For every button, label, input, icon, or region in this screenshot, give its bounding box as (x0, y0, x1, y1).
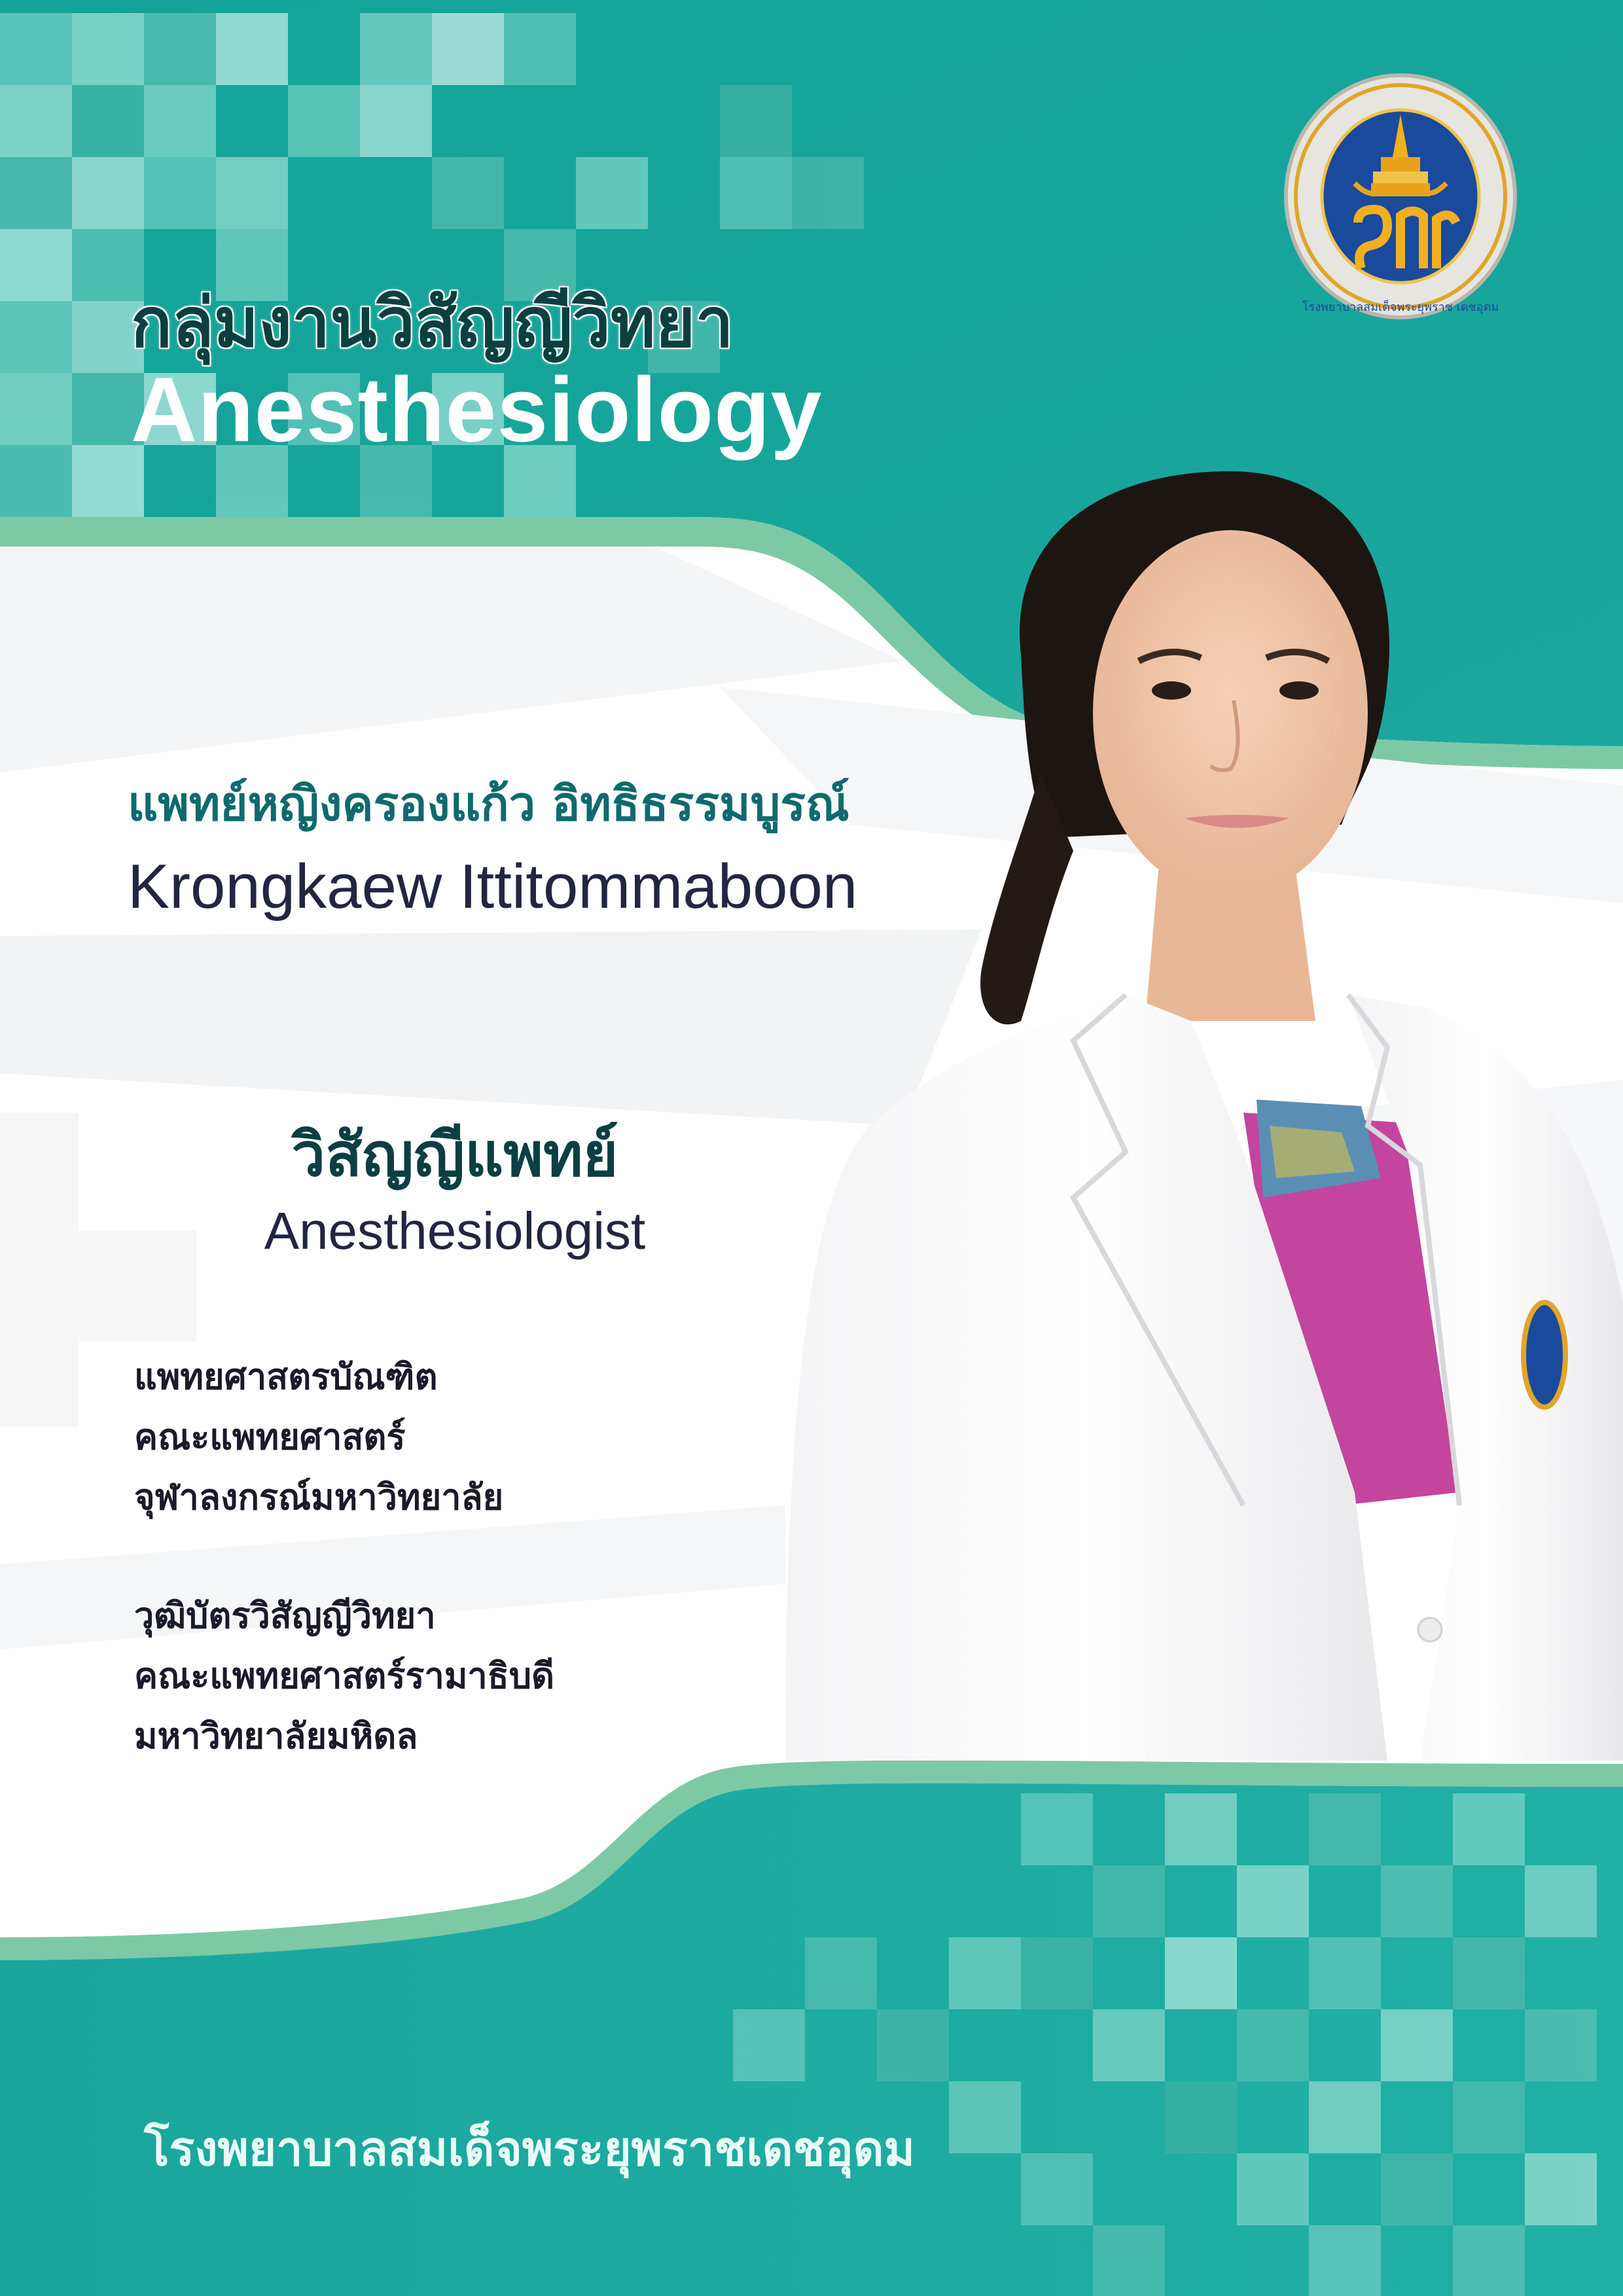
position-title-english: Anesthesiologist (264, 1202, 646, 1260)
hospital-name-footer: โรงพยาบาลสมเด็จพระยุพราชเดชอุดม (144, 2121, 915, 2176)
education-university-1: จุฬาลงกรณ์มหาวิทยาลัย (134, 1477, 504, 1518)
education-degree-1: แพทยศาสตรบัณฑิต (134, 1356, 438, 1397)
doctor-name-thai: แพทย์หญิงครองแก้ว อิทธิธรรมบูรณ์ (128, 776, 849, 831)
position-title-thai: วิสัญญีแพทย์ (291, 1120, 618, 1190)
face (1093, 530, 1368, 897)
education-faculty-1: คณะแพทยศาสตร์ (134, 1416, 406, 1458)
education-degree-2: วุฒิบัตรวิสัญญีวิทยา (134, 1595, 436, 1636)
poster: โรงพยาบาลสมเด็จพระยุพราช เดชอุดม กลุ่มงา… (0, 0, 1623, 2296)
education-university-2: มหาวิทยาลัยมหิดล (134, 1715, 418, 1757)
doctor-name-english: Krongkaew Ittitommaboon (128, 852, 858, 922)
education-faculty-2: คณะแพทยศาสตร์รามาธิบดี (134, 1655, 555, 1696)
department-title-english: Anesthesiology (131, 358, 823, 461)
